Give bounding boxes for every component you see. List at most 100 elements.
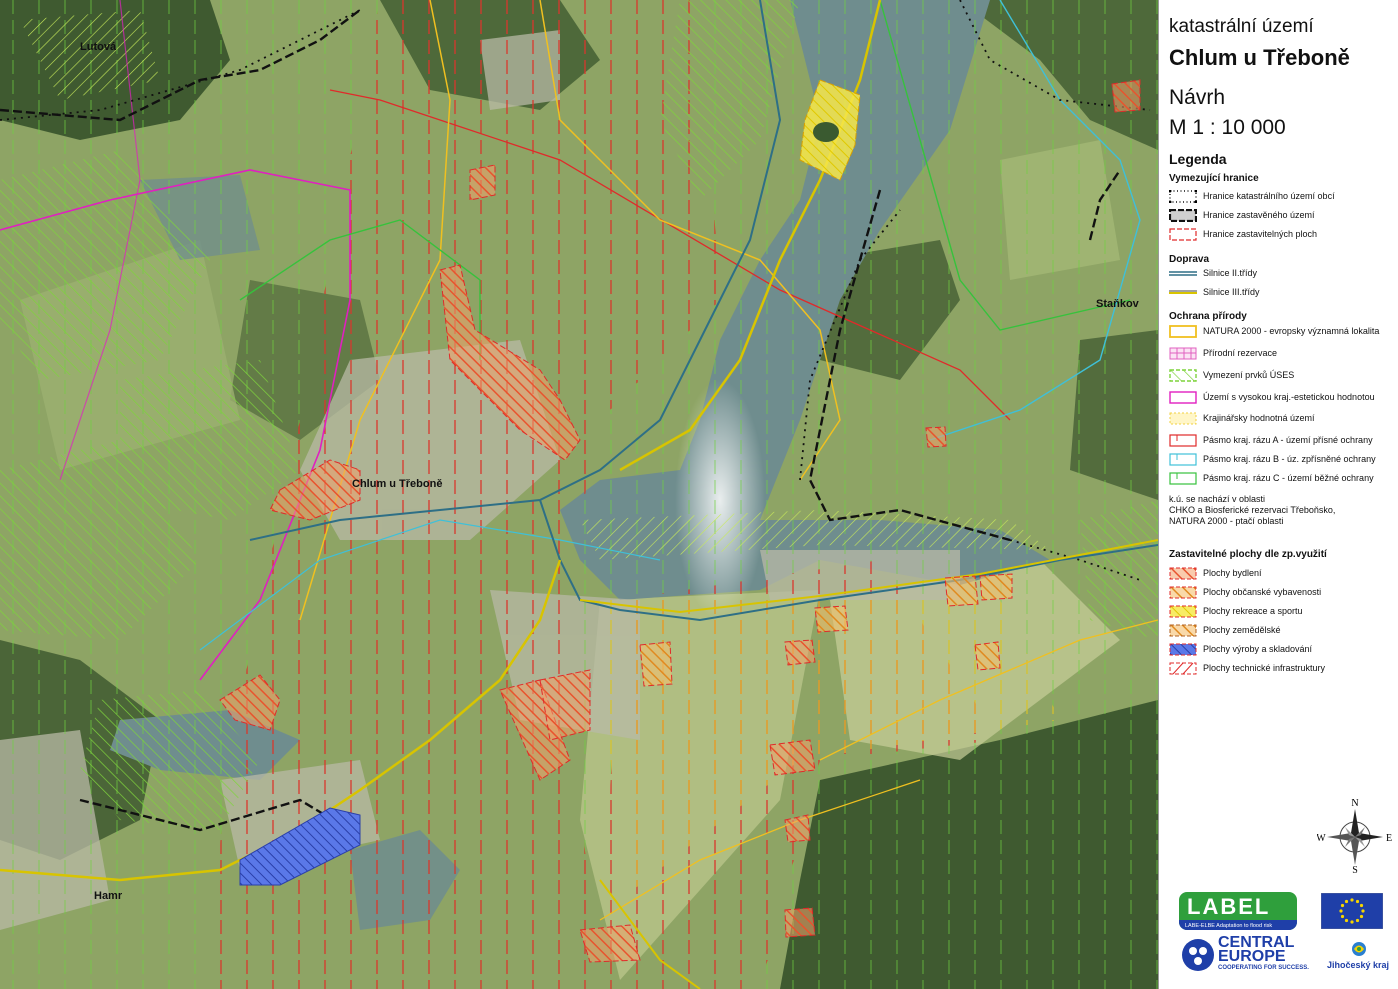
legend-label: Hranice katastrálního území obcí bbox=[1203, 191, 1335, 201]
aesthetic-value-symbol bbox=[1169, 391, 1197, 404]
legend-label: Krajinářsky hodnotná území bbox=[1203, 413, 1315, 423]
legend-label: NATURA 2000 - evropsky významná lokalita bbox=[1203, 326, 1380, 336]
place-label-hamr: Hamr bbox=[94, 890, 123, 902]
uses-elements-symbol bbox=[1169, 369, 1197, 382]
region-emblem-icon bbox=[1352, 942, 1366, 956]
legend-label: Plochy technické infrastruktury bbox=[1203, 663, 1326, 673]
place-label-lutova: Lutová bbox=[80, 41, 117, 53]
map-canvas[interactable]: Lutová Chlum u Třeboně Staňkov Hamr bbox=[0, 0, 1158, 989]
label-project-logo: LABEL LABE-ELBE Adaptation to flood risk bbox=[1179, 892, 1297, 930]
road-class-2-symbol bbox=[1169, 271, 1197, 276]
buildable-civic-area bbox=[639, 641, 673, 687]
buildable-housing-area bbox=[579, 924, 641, 963]
central-europe-tagline: COOPERATING FOR SUCCESS. bbox=[1218, 965, 1309, 971]
map-scale: M 1 : 10 000 bbox=[1169, 116, 1286, 139]
buildable-housing-area bbox=[784, 814, 811, 843]
legend-item-technical-infrastructure: Plochy technické infrastruktury bbox=[1169, 662, 1397, 676]
agricultural-symbol bbox=[1169, 624, 1197, 637]
buildable-housing-area bbox=[784, 907, 816, 938]
buildable-civic-area bbox=[979, 573, 1013, 601]
nature-reserve-symbol bbox=[1169, 347, 1197, 360]
compass-rose-icon: N S E W bbox=[1317, 798, 1392, 873]
legend-item-nature-reserve: Přírodní rezervace bbox=[1169, 347, 1397, 361]
legend-section-title: Vymezující hranice bbox=[1169, 173, 1259, 184]
buildable-housing-area bbox=[784, 639, 816, 666]
legend-section-title: Doprava bbox=[1169, 254, 1210, 265]
legend-label: Pásmo kraj. rázu A - území přísné ochran… bbox=[1203, 435, 1373, 445]
legend-label: Silnice II.třídy bbox=[1203, 268, 1258, 278]
zone-a-symbol bbox=[1169, 434, 1197, 447]
legend-item-recreation-sport: Plochy rekreace a sportu bbox=[1169, 605, 1397, 619]
legend-item-zone-a: Pásmo kraj. rázu A - území přísné ochran… bbox=[1169, 434, 1397, 448]
landscape-valuable-symbol bbox=[1169, 412, 1197, 425]
place-label-chlum: Chlum u Třeboně bbox=[352, 478, 442, 490]
buildable-housing-area bbox=[469, 164, 496, 201]
legend-label: Plochy rekreace a sportu bbox=[1203, 606, 1303, 616]
legend-item-zone-c: Pásmo kraj. rázu C - území běžné ochrany bbox=[1169, 472, 1397, 486]
buildable-housing-area bbox=[1111, 79, 1141, 113]
legend-item-civic-amenities: Plochy občanské vybavenosti bbox=[1169, 586, 1397, 600]
legend-label: Hranice zastavitelných ploch bbox=[1203, 229, 1318, 239]
map-title: Chlum u Třeboně bbox=[1169, 45, 1350, 70]
legend-label: Vymezení prvků ÚSES bbox=[1203, 370, 1295, 380]
legend-item-built-up-boundary: Hranice zastavěného území bbox=[1169, 209, 1397, 223]
legend-label: Silnice III.třídy bbox=[1203, 287, 1260, 297]
legend-title: Legenda bbox=[1169, 151, 1227, 167]
zone-b-symbol bbox=[1169, 453, 1197, 466]
legend-item-buildable-boundary: Hranice zastavitelných ploch bbox=[1169, 228, 1397, 242]
legend-label: Pásmo kraj. rázu B - úz. zpřísněné ochra… bbox=[1203, 454, 1376, 464]
buildable-housing-area bbox=[769, 739, 816, 776]
legend-label: Plochy zemědělské bbox=[1203, 625, 1281, 635]
legend-item-production-storage: Plochy výroby a skladování bbox=[1169, 643, 1397, 657]
zone-c-symbol bbox=[1169, 472, 1197, 485]
jihocesky-kraj-logo: Jihočeský kraj bbox=[1327, 940, 1391, 974]
civic-amenities-symbol bbox=[1169, 586, 1197, 599]
place-label-stankov: Staňkov bbox=[1096, 298, 1140, 310]
compass-e: E bbox=[1386, 833, 1392, 844]
protected-area-note: k.ú. se nachází v oblasti CHKO a Biosfer… bbox=[1169, 494, 1336, 526]
legend-label: Plochy občanské vybavenosti bbox=[1203, 587, 1322, 597]
label-logo-text: LABEL bbox=[1187, 894, 1271, 919]
production-storage-symbol bbox=[1169, 643, 1197, 656]
cadastral-boundary-symbol bbox=[1169, 190, 1197, 203]
legend-item-cadastral-boundary: Hranice katastrálního území obcí bbox=[1169, 190, 1397, 204]
central-europe-emblem-icon bbox=[1182, 939, 1214, 971]
road-class-3-symbol bbox=[1169, 290, 1197, 294]
built-up-boundary-symbol bbox=[1169, 209, 1197, 222]
compass-w: W bbox=[1317, 833, 1326, 844]
island-tree-clump bbox=[813, 122, 839, 142]
legend-item-road-class-3: Silnice III.třídy bbox=[1169, 286, 1397, 300]
buildable-housing-area bbox=[925, 426, 947, 448]
legend-item-road-class-2: Silnice II.třídy bbox=[1169, 267, 1397, 281]
compass-n: N bbox=[1351, 798, 1358, 809]
legend-label: Hranice zastavěného území bbox=[1203, 210, 1315, 220]
natura-2000-symbol bbox=[1169, 325, 1197, 338]
legend-label: Území s vysokou kraj.-estetickou hodnoto… bbox=[1203, 392, 1375, 402]
label-logo-subtitle: LABE-ELBE Adaptation to flood risk bbox=[1185, 923, 1273, 929]
central-europe-logo: CENTRAL EUROPE COOPERATING FOR SUCCESS. bbox=[1181, 934, 1311, 974]
legend-item-uses-elements: Vymezení prvků ÚSES bbox=[1169, 369, 1397, 383]
central-europe-line2: EUROPE bbox=[1218, 948, 1286, 965]
buildable-civic-area bbox=[944, 575, 979, 607]
eu-flag-icon bbox=[1321, 893, 1383, 929]
cadastral-area-label: katastrální území bbox=[1169, 16, 1314, 37]
buildable-civic-area bbox=[814, 605, 849, 633]
legend-item-aesthetic-value-area: Území s vysokou kraj.-estetickou hodnoto… bbox=[1169, 391, 1397, 405]
buildable-boundary-symbol bbox=[1169, 228, 1197, 241]
map-svg: Lutová Chlum u Třeboně Staňkov Hamr bbox=[0, 0, 1158, 989]
housing-symbol bbox=[1169, 567, 1197, 580]
legend-panel: katastrální území Chlum u Třeboně Návrh … bbox=[1158, 0, 1398, 989]
legend-label: Přírodní rezervace bbox=[1203, 348, 1278, 358]
technical-infrastructure-symbol bbox=[1169, 662, 1197, 675]
legend-label: Plochy výroby a skladování bbox=[1203, 644, 1313, 654]
legend-section-title: Ochrana přírody bbox=[1169, 311, 1247, 322]
legend-item-zone-b: Pásmo kraj. rázu B - úz. zpřísněné ochra… bbox=[1169, 453, 1397, 467]
region-name: Jihočeský kraj bbox=[1327, 960, 1390, 970]
legend-item-natura-2000: NATURA 2000 - evropsky významná lokalita bbox=[1169, 325, 1397, 339]
legend-label: Plochy bydlení bbox=[1203, 568, 1262, 578]
legend-item-landscape-valuable-area: Krajinářsky hodnotná území bbox=[1169, 412, 1397, 426]
map-status: Návrh bbox=[1169, 86, 1226, 109]
legend-section-title: Zastavitelné plochy dle zp.využití bbox=[1169, 549, 1327, 560]
recreation-sport-symbol bbox=[1169, 605, 1197, 618]
legend-item-housing: Plochy bydlení bbox=[1169, 567, 1397, 581]
